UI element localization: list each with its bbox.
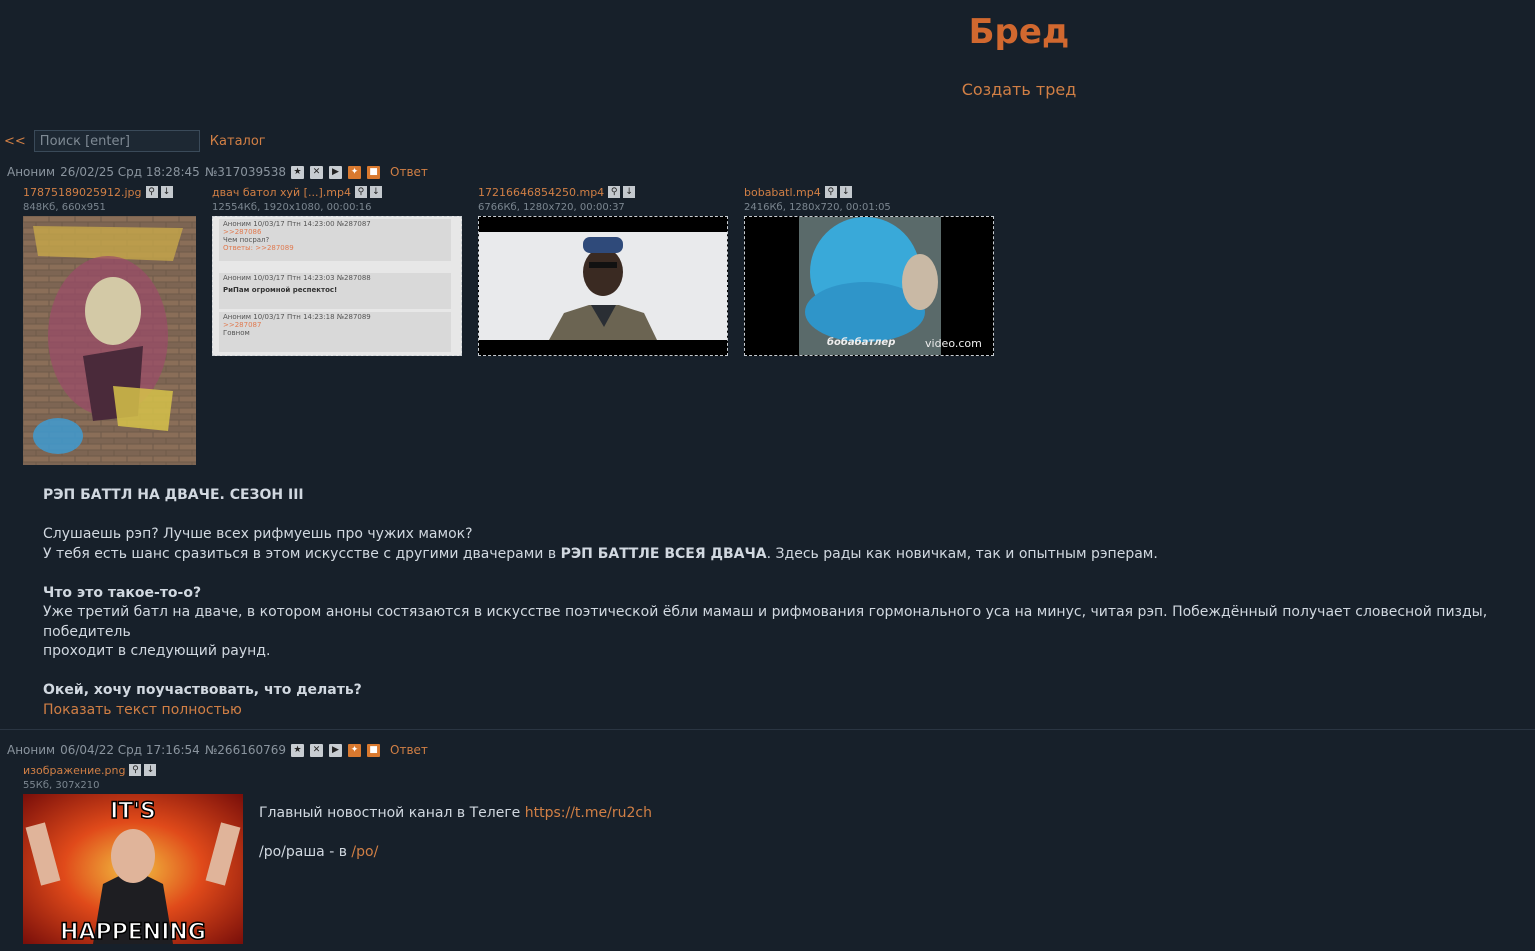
hide-x-icon[interactable]: ✕: [310, 743, 324, 757]
video-thumbnail[interactable]: [478, 216, 728, 356]
file-name-link[interactable]: 17216646854250.mp4: [478, 186, 604, 199]
lock-icon[interactable]: ■: [367, 743, 381, 757]
image-thumbnail[interactable]: IT'S HAPPENING: [23, 794, 243, 944]
post-text-line: Главный новостной канал в Телеге https:/…: [259, 805, 652, 821]
post-body: РЭП БАТТЛ НА ДВАЧЕ. СЕЗОН III Слушаешь р…: [43, 486, 1503, 720]
file-attachment: 17216646854250.mp4 ⚲ ↓ 6766Кб, 1280x720,…: [478, 185, 638, 213]
post-title: РЭП БАТТЛ НА ДВАЧЕ. СЕЗОН III: [43, 487, 304, 503]
video-watermark-site: video.com: [925, 337, 982, 350]
play-icon[interactable]: ▶: [329, 743, 343, 757]
screenshot-post: Аноним 10/03/17 Птн 14:23:00 №287087 >>2…: [219, 219, 451, 261]
post-subheading: Окей, хочу поучаствовать, что делать?: [43, 682, 362, 698]
post-subheading: Что это такое-то-о?: [43, 584, 202, 601]
search-image-icon[interactable]: ⚲: [608, 186, 621, 198]
file-name-link[interactable]: изображение.png: [23, 764, 125, 777]
file-meta: 12554Кб, 1920x1080, 00:00:16: [212, 202, 372, 213]
create-thread-link[interactable]: Создать тред: [0, 80, 1535, 99]
meme-image: IT'S HAPPENING: [23, 794, 243, 944]
video-thumbnail[interactable]: бобабатлер video.com: [744, 216, 994, 356]
board-title: Бред: [968, 12, 1070, 52]
file-attachment: двач батол хуй [...].mp4 ⚲ ↓ 12554Кб, 19…: [212, 185, 385, 213]
video-frame-image: [479, 232, 727, 340]
screenshot-post: Аноним 10/03/17 Птн 14:23:03 №287088 РиП…: [219, 273, 451, 309]
search-image-icon[interactable]: ⚲: [824, 186, 837, 198]
download-icon[interactable]: ↓: [369, 186, 382, 198]
download-icon[interactable]: ↓: [623, 186, 636, 198]
post-text-line: Слушаешь рэп? Лучше всех рифмуешь про чу…: [43, 526, 473, 542]
post-date: 26/02/25 Срд 18:28:45: [60, 165, 200, 179]
poster-name: Аноним: [7, 743, 56, 757]
post-body: Главный новостной канал в Телеге https:/…: [259, 804, 652, 863]
reply-link[interactable]: Ответ: [390, 743, 428, 757]
lock-icon[interactable]: ■: [367, 165, 381, 179]
post-header: Аноним 06/04/22 Срд 17:16:54 №266160769 …: [7, 743, 428, 757]
file-meta: 848Кб, 660x951: [23, 202, 106, 213]
download-icon[interactable]: ↓: [144, 764, 157, 776]
play-icon[interactable]: ▶: [329, 165, 343, 179]
favorite-star-icon[interactable]: ★: [291, 743, 305, 757]
file-meta: 6766Кб, 1280x720, 00:00:37: [478, 202, 625, 213]
hide-x-icon[interactable]: ✕: [310, 165, 324, 179]
favorite-star-icon[interactable]: ★: [291, 165, 305, 179]
video-thumbnail[interactable]: Аноним 10/03/17 Птн 14:23:00 №287087 >>2…: [212, 216, 462, 356]
navigation-bar: << Каталог: [4, 128, 266, 154]
file-name-link[interactable]: двач батол хуй [...].mp4: [212, 186, 351, 199]
file-attachment: изображение.png ⚲ ↓ 55Кб, 307x210: [23, 763, 159, 791]
graffiti-image: [23, 216, 196, 465]
post-number[interactable]: №317039538: [205, 165, 286, 179]
meme-bottom-text: HAPPENING: [60, 920, 206, 944]
post-date: 06/04/22 Срд 17:16:54: [60, 743, 200, 757]
post-number[interactable]: №266160769: [205, 743, 286, 757]
file-attachment: bobabatl.mp4 ⚲ ↓ 2416Кб, 1280x720, 00:01…: [744, 185, 891, 214]
search-image-icon[interactable]: ⚲: [129, 764, 142, 776]
search-image-icon[interactable]: ⚲: [145, 186, 158, 198]
search-image-icon[interactable]: ⚲: [354, 186, 367, 198]
post-header: Аноним 26/02/25 Срд 18:28:45 №317039538 …: [7, 165, 428, 179]
post-text-line: /ро/раша - в /po/: [259, 844, 379, 860]
telegram-link[interactable]: https://t.me/ru2ch: [525, 805, 652, 821]
meme-top-text: IT'S: [110, 799, 156, 824]
post-text-line: проходит в следующий раунд.: [43, 643, 271, 659]
thread-divider: [0, 729, 1535, 730]
reply-link[interactable]: Ответ: [390, 165, 428, 179]
image-thumbnail[interactable]: [23, 216, 196, 465]
poster-name: Аноним: [7, 165, 56, 179]
download-icon[interactable]: ↓: [160, 186, 173, 198]
pin-icon[interactable]: ✦: [348, 165, 362, 179]
file-attachment: 17875189025912.jpg ⚲ ↓ 848Кб, 660x951: [23, 185, 176, 213]
search-input[interactable]: [33, 130, 200, 152]
video-frame-image: бобабатлер video.com: [799, 217, 982, 355]
catalog-link[interactable]: Каталог: [210, 134, 266, 149]
post-text-line: Уже третий батл на дваче, в котором анон…: [43, 604, 1488, 640]
file-name-link[interactable]: 17875189025912.jpg: [23, 186, 142, 199]
file-meta: 2416Кб, 1280x720, 00:01:05: [744, 202, 891, 213]
board-link[interactable]: /po/: [351, 844, 378, 860]
video-watermark: бобабатлер: [827, 336, 895, 348]
file-meta: 55Кб, 307x210: [23, 780, 100, 791]
screenshot-post: Аноним 10/03/17 Птн 14:23:18 №287089 >>2…: [219, 312, 451, 352]
post-text-line: У тебя есть шанс сразиться в этом искусс…: [43, 545, 1158, 562]
show-full-text-link[interactable]: Показать текст полностью: [43, 702, 242, 718]
download-icon[interactable]: ↓: [839, 186, 852, 198]
pin-icon[interactable]: ✦: [348, 743, 362, 757]
file-name-link[interactable]: bobabatl.mp4: [744, 186, 821, 199]
back-link[interactable]: <<: [4, 134, 26, 149]
